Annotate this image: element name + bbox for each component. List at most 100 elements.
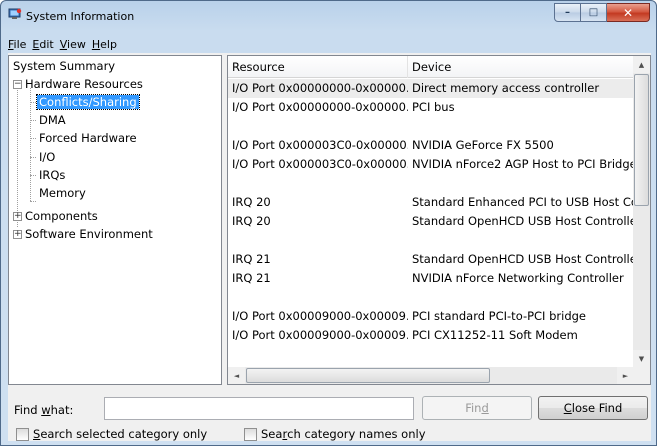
- menu-file[interactable]: File: [8, 38, 32, 52]
- find-what-input[interactable]: [104, 397, 414, 420]
- tree-item-conflicts-sharing[interactable]: Conflicts/Sharing: [36, 93, 140, 111]
- resource-cell: I/O Port 0x000003C0-0x00000...: [232, 138, 408, 152]
- category-tree[interactable]: System Summary − Hardware Resources Conf…: [8, 55, 222, 385]
- find-button[interactable]: Fin d: [422, 396, 532, 420]
- tree-connector: [30, 102, 36, 103]
- menu-view-mnemonic: V: [59, 38, 68, 51]
- column-header-device[interactable]: Device: [408, 56, 634, 78]
- tree-connector: [30, 175, 36, 176]
- tree-item-memory-label: Memory: [39, 186, 86, 200]
- device-cell: NVIDIA GeForce FX 5500: [412, 138, 554, 152]
- tree-item-components[interactable]: Components: [25, 207, 98, 225]
- scroll-up-icon[interactable]: ▲: [633, 56, 650, 73]
- maximize-button[interactable]: □: [581, 3, 607, 22]
- expand-icon[interactable]: +: [13, 230, 22, 239]
- resource-cell: IRQ 21: [232, 271, 271, 285]
- tree-item-dma[interactable]: DMA: [39, 111, 66, 129]
- system-information-app-icon: [8, 8, 22, 19]
- tree-connector: [17, 83, 18, 227]
- tree-item-irqs-label: IRQs: [39, 168, 66, 182]
- tree-item-io-label: I/O: [39, 150, 56, 164]
- tree-connector: [30, 138, 36, 139]
- find-button-mnemonic: d: [481, 401, 489, 415]
- menu-edit[interactable]: Edit: [32, 38, 59, 52]
- table-row[interactable]: [228, 345, 634, 364]
- chk2-label-pre: Sea: [261, 427, 283, 441]
- window-title: System Information: [26, 10, 135, 23]
- menu-help-mnemonic: H: [91, 38, 101, 51]
- vertical-scroll-thumb[interactable]: [634, 74, 649, 206]
- column-header-resource[interactable]: Resource: [228, 56, 408, 78]
- table-row[interactable]: I/O Port 0x00009000-0x00009... PCI CX1125…: [228, 326, 634, 345]
- device-cell: PCI CX11252-11 Soft Modem: [412, 328, 578, 342]
- tree-item-system-summary-label: System Summary: [13, 59, 116, 73]
- device-cell: Direct memory access controller: [412, 81, 600, 95]
- resource-cell: I/O Port 0x000003C0-0x00000...: [232, 157, 408, 171]
- find-label-mnemonic: w: [41, 403, 51, 417]
- menu-help[interactable]: Help: [92, 38, 123, 52]
- tree-connector: [30, 88, 31, 201]
- resource-cell: I/O Port 0x00009000-0x00009...: [232, 328, 408, 342]
- search-selected-category-checkbox[interactable]: Search selected category only: [16, 426, 207, 442]
- resource-cell: I/O Port 0x00009000-0x00009...: [232, 309, 408, 323]
- tree-item-hardware-resources[interactable]: Hardware Resources: [25, 75, 143, 93]
- table-row[interactable]: I/O Port 0x00009000-0x00009... PCI standa…: [228, 307, 634, 326]
- scroll-left-icon[interactable]: ◄: [228, 367, 245, 384]
- collapse-icon[interactable]: −: [13, 80, 22, 89]
- horizontal-scroll-thumb[interactable]: [246, 368, 490, 383]
- table-row[interactable]: IRQ 21 NVIDIA nForce Networking Controlle…: [228, 269, 634, 288]
- tree-item-irqs[interactable]: IRQs: [39, 166, 65, 184]
- table-row[interactable]: [228, 174, 634, 193]
- resource-list[interactable]: Resource Device I/O Port 0x00000000-0x00…: [227, 55, 651, 385]
- table-row[interactable]: I/O Port 0x000003C0-0x00000... NVIDIA GeF…: [228, 136, 634, 155]
- menu-view-label: iew: [67, 38, 86, 51]
- search-category-names-checkbox[interactable]: Sea r ch category names only: [244, 426, 426, 442]
- find-label-pre: Find: [14, 403, 42, 417]
- horizontal-scrollbar[interactable]: ◄ ►: [228, 367, 634, 384]
- scroll-down-icon[interactable]: ▼: [633, 350, 650, 367]
- tree-item-memory[interactable]: Memory: [39, 184, 86, 202]
- device-cell: PCI bus: [412, 100, 455, 114]
- close-find-button[interactable]: Close Find: [538, 396, 648, 420]
- menu-file-label: ile: [13, 38, 27, 51]
- scroll-right-icon[interactable]: ►: [617, 367, 634, 384]
- minimize-icon: –: [565, 7, 570, 18]
- minimize-button[interactable]: –: [554, 3, 581, 22]
- tree-item-conflicts-sharing-label: Conflicts/Sharing: [36, 94, 140, 110]
- list-header: Resource Device: [228, 56, 634, 78]
- caption-buttons: – □ ✕: [554, 3, 650, 23]
- tree-item-forced-hardware[interactable]: Forced Hardware: [39, 129, 137, 147]
- table-row[interactable]: I/O Port 0x000003C0-0x00000... NVIDIA nFo…: [228, 155, 634, 174]
- table-row[interactable]: IRQ 20 Standard OpenHCD USB Host Controll…: [228, 212, 634, 231]
- resource-cell: I/O Port 0x00000000-0x00000...: [232, 81, 408, 95]
- device-cell: PCI standard PCI-to-PCI bridge: [412, 309, 586, 323]
- close-button[interactable]: ✕: [607, 3, 650, 22]
- table-row[interactable]: IRQ 20 Standard Enhanced PCI to USB Host …: [228, 193, 634, 212]
- find-what-label: Find what:: [14, 403, 73, 417]
- system-information-window: System Information – □ ✕ File Edit View …: [0, 0, 657, 446]
- tree-item-software-environment[interactable]: Software Environment: [25, 225, 153, 243]
- menu-bar: File Edit View Help: [8, 38, 651, 52]
- checkbox-box[interactable]: [244, 427, 257, 441]
- table-row[interactable]: I/O Port 0x00000000-0x00000... Direct mem…: [228, 79, 634, 98]
- tree-item-io[interactable]: I/O: [39, 148, 55, 166]
- close-icon: ✕: [622, 5, 634, 20]
- table-row[interactable]: [228, 231, 634, 250]
- table-row[interactable]: [228, 288, 634, 307]
- vertical-scrollbar[interactable]: ▲ ▼: [633, 56, 650, 367]
- checkbox-box[interactable]: [16, 427, 29, 441]
- tree-item-hardware-resources-label: Hardware Resources: [25, 77, 143, 91]
- menu-edit-label: dit: [39, 38, 54, 51]
- close-find-mnemonic: C: [563, 401, 572, 415]
- chk1-label: earch selected category only: [40, 427, 208, 441]
- menu-view[interactable]: View: [60, 38, 92, 52]
- resource-cell: IRQ 21: [232, 252, 271, 266]
- table-row[interactable]: I/O Port 0x00000000-0x00000... PCI bus: [228, 98, 634, 117]
- expand-icon[interactable]: +: [13, 212, 22, 221]
- table-row[interactable]: [228, 117, 634, 136]
- chk1-mnemonic: S: [33, 427, 41, 441]
- tree-item-system-summary[interactable]: System Summary: [13, 57, 115, 75]
- device-cell: Standard Enhanced PCI to USB Host Contr: [412, 195, 634, 209]
- title-bar[interactable]: System Information – □ ✕: [1, 1, 656, 37]
- table-row[interactable]: IRQ 21 Standard OpenHCD USB Host Controll…: [228, 250, 634, 269]
